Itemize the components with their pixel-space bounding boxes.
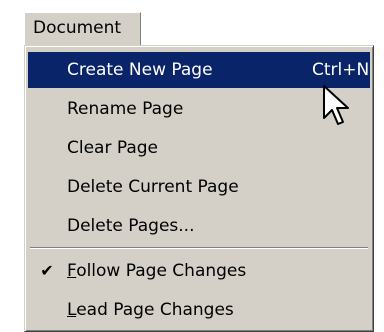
menu-item-create-new-page[interactable]: Create New Page Ctrl+N <box>28 52 370 88</box>
menu-item-shortcut: Ctrl+N <box>312 60 370 80</box>
menu-item-label: Clear Page <box>67 138 159 158</box>
menu-item-label: Rename Page <box>67 99 184 119</box>
menu-item-label-rest: ollow Page Changes <box>76 261 247 281</box>
menu-item-label: Delete Pages... <box>67 216 195 236</box>
mouse-pointer-icon <box>323 85 349 125</box>
checkmark-icon: ✔ <box>40 261 54 280</box>
menu-item-delete-pages[interactable]: Delete Pages... <box>28 208 370 244</box>
menu-item-label: Create New Page <box>67 60 213 80</box>
menu-item-lead-page-changes[interactable]: Lead Page Changes <box>28 292 370 328</box>
menu-item-label: Lead Page Changes <box>67 292 234 328</box>
menu-item-label-rest: ead Page Changes <box>76 300 234 320</box>
mnemonic-letter: L <box>67 300 77 320</box>
menubar-document-label: Document <box>33 18 122 38</box>
menu-item-follow-page-changes[interactable]: ✔ Follow Page Changes <box>28 253 370 289</box>
menu-item-delete-current-page[interactable]: Delete Current Page <box>28 169 370 205</box>
menu-item-label: Delete Current Page <box>67 177 239 197</box>
menu-separator <box>30 247 368 249</box>
mnemonic-letter: F <box>67 261 77 281</box>
menu-item-rename-page[interactable]: Rename Page <box>28 91 370 127</box>
menu-item-clear-page[interactable]: Clear Page <box>28 130 370 166</box>
menubar-document[interactable]: Document <box>24 12 141 46</box>
menu-item-label: Follow Page Changes <box>67 253 246 289</box>
